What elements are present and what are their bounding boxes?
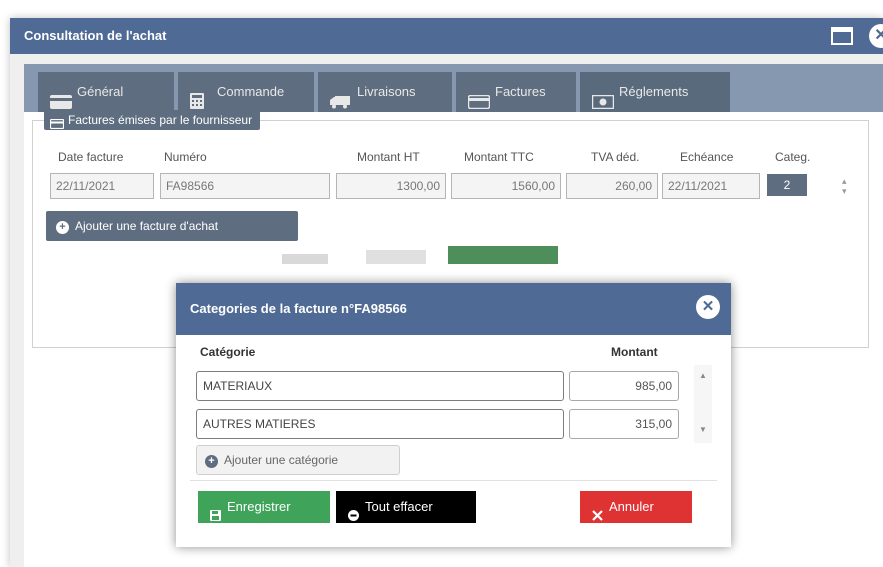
modal-overlay: Categories de la facture n°FA98566 ✕ Cat… bbox=[0, 0, 883, 567]
minus-circle-icon bbox=[348, 501, 359, 522]
clear-all-button[interactable]: Tout effacer bbox=[336, 491, 476, 523]
cancel-label: Annuler bbox=[609, 499, 654, 514]
save-label: Enregistrer bbox=[227, 499, 291, 514]
close-icon[interactable]: ✕ bbox=[696, 295, 720, 319]
divider bbox=[190, 480, 717, 481]
floppy-icon bbox=[210, 501, 221, 522]
save-button[interactable]: Enregistrer bbox=[198, 491, 330, 523]
modal-header: Categories de la facture n°FA98566 bbox=[176, 283, 731, 335]
plus-icon: + bbox=[205, 455, 218, 468]
clear-all-label: Tout effacer bbox=[365, 499, 433, 514]
cancel-button[interactable]: Annuler bbox=[580, 491, 692, 523]
category-input[interactable]: AUTRES MATIERES bbox=[196, 409, 564, 439]
list-scrollbar[interactable]: ▲ ▼ bbox=[694, 365, 712, 443]
add-category-label: Ajouter une catégorie bbox=[224, 453, 339, 467]
header-amount: Montant bbox=[611, 345, 658, 359]
categories-modal: Categories de la facture n°FA98566 ✕ Cat… bbox=[176, 283, 731, 547]
chevron-up-icon[interactable]: ▲ bbox=[699, 371, 707, 380]
header-category: Catégorie bbox=[200, 345, 256, 359]
chevron-down-icon[interactable]: ▼ bbox=[699, 425, 707, 434]
x-icon bbox=[592, 501, 603, 521]
add-category-button[interactable]: + Ajouter une catégorie bbox=[196, 445, 400, 475]
amount-input[interactable]: 985,00 bbox=[569, 371, 679, 401]
amount-input[interactable]: 315,00 bbox=[569, 409, 679, 439]
category-input[interactable]: MATERIAUX bbox=[196, 371, 564, 401]
modal-title: Categories de la facture n°FA98566 bbox=[190, 301, 407, 316]
